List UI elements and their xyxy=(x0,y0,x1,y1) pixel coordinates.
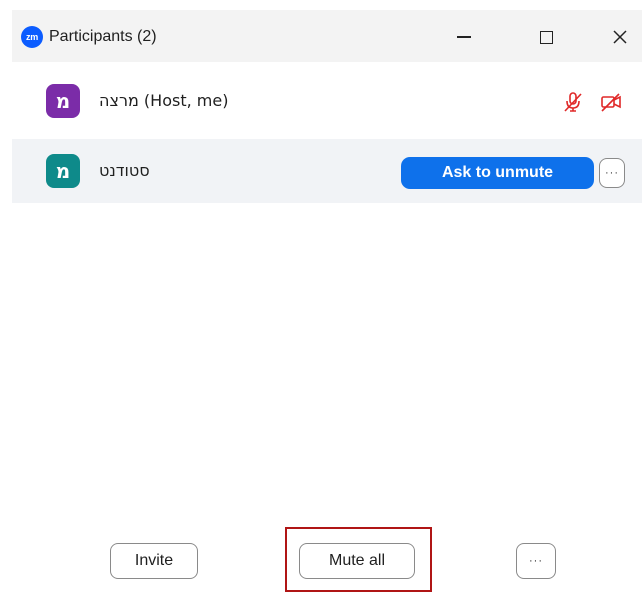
participant-row-student[interactable]: מ סטודנט Ask to unmute ··· xyxy=(12,139,642,203)
window-title: Participants (2) xyxy=(49,28,157,45)
participant-row-host[interactable]: מ מרצה (Host, me) xyxy=(12,69,642,133)
minimize-icon xyxy=(457,36,471,38)
invite-button[interactable]: Invite xyxy=(110,543,198,579)
close-icon xyxy=(613,30,627,44)
avatar: מ xyxy=(46,84,80,118)
zoom-logo-icon: zm xyxy=(21,26,43,48)
participant-name: סטודנט xyxy=(99,161,150,180)
video-off-icon[interactable] xyxy=(600,91,622,113)
title-bar: zm Participants (2) xyxy=(12,10,642,62)
muted-mic-icon[interactable] xyxy=(562,91,584,113)
participants-window: zm Participants (2) מ מרצה (Host, me) מ … xyxy=(12,10,642,596)
close-button[interactable] xyxy=(600,22,640,52)
participant-name: מרצה (Host, me) xyxy=(99,91,229,110)
maximize-icon xyxy=(539,30,553,44)
ask-to-unmute-button[interactable]: Ask to unmute xyxy=(401,157,594,189)
participant-more-button[interactable]: ··· xyxy=(599,158,625,188)
avatar: מ xyxy=(46,154,80,188)
mute-all-button[interactable]: Mute all xyxy=(299,543,415,579)
minimize-button[interactable] xyxy=(444,22,484,52)
maximize-button[interactable] xyxy=(526,22,566,52)
footer-more-button[interactable]: ··· xyxy=(516,543,556,579)
